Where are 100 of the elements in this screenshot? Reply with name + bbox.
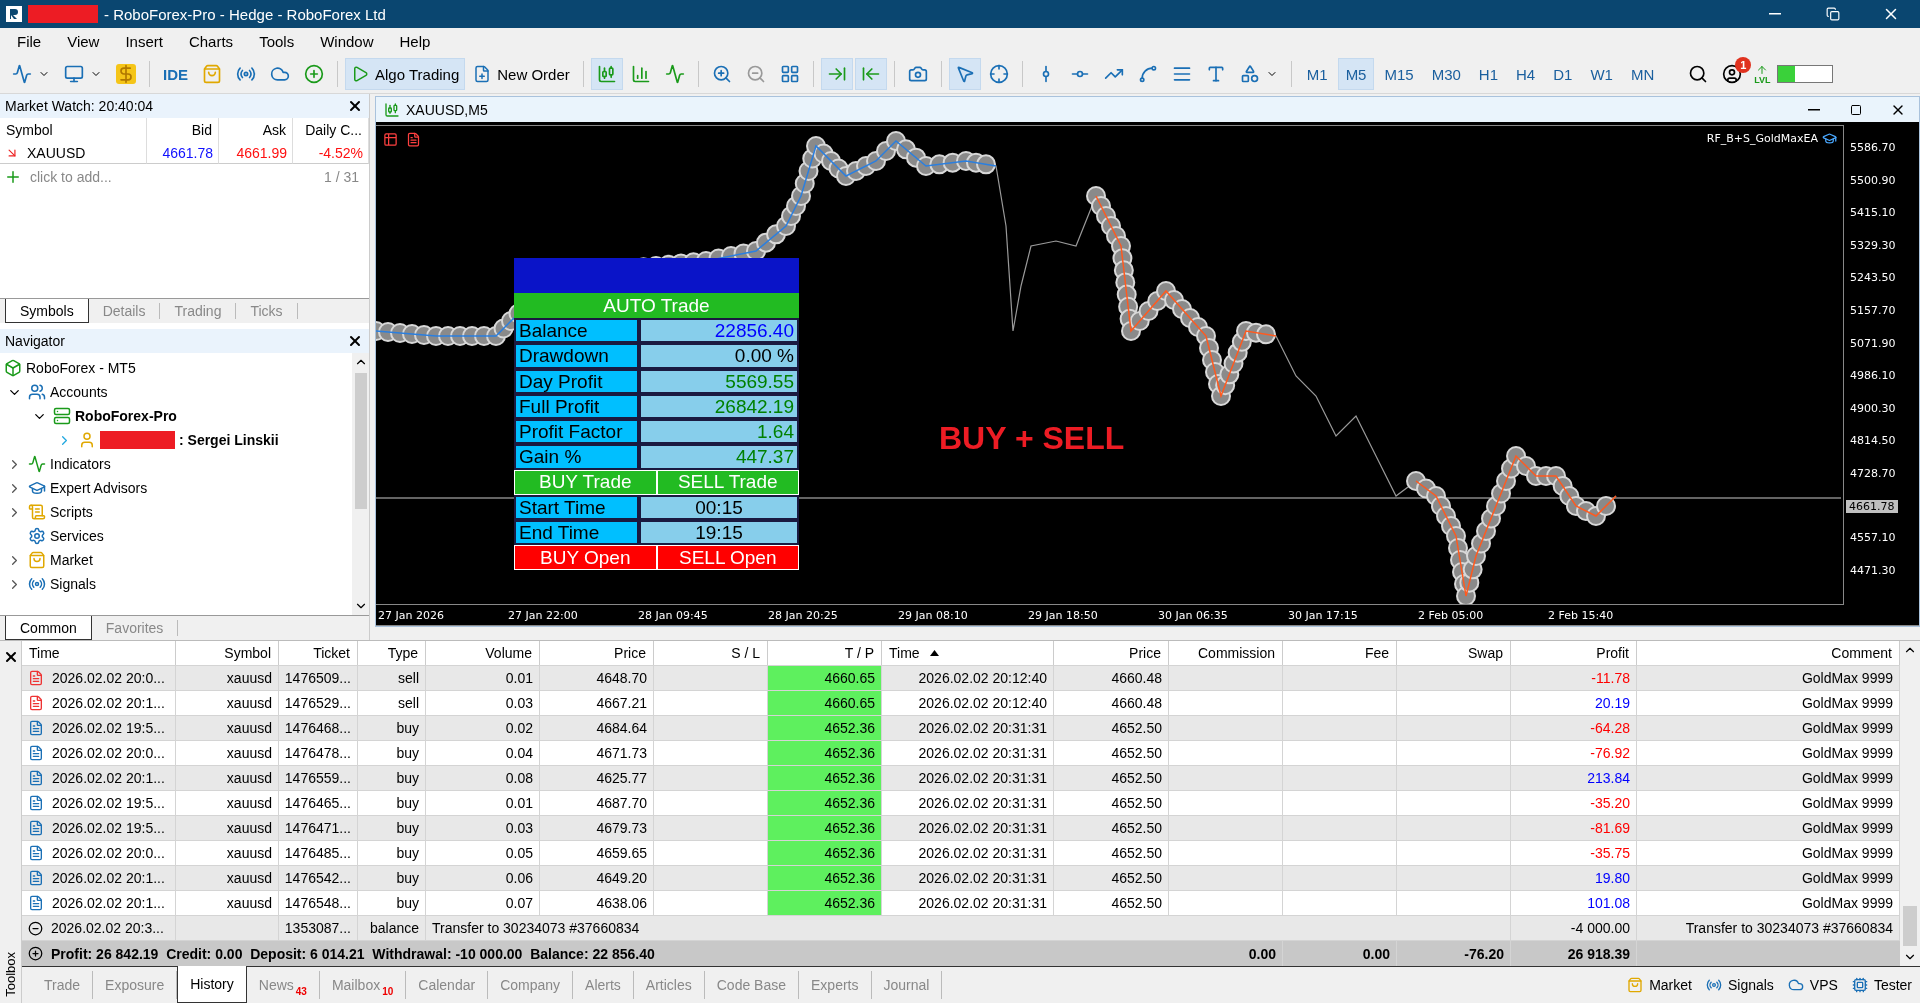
table-cell: 2026.02.02 20:0... [52,670,165,686]
time-axis-label: 27 Jan 22:00 [507,608,579,622]
toolbox-tab[interactable]: History [177,965,247,1003]
table-row[interactable]: 2026.02.02 20:1... xauusd 1476529... sell 0.03 4667.21 4660.65 2026.02.02 20:12:40 4660.48 20.19 GoldMax 9999 [22,691,1900,716]
navigator-item[interactable]: Scripts [0,500,352,524]
table-cell: 0.06 [426,866,540,890]
service-link[interactable]: Market [1627,977,1692,993]
column-header[interactable]: Swap [1397,641,1511,665]
menu-item[interactable]: Insert [112,30,176,53]
timeframe-button[interactable]: M1 [1298,58,1336,90]
table-cell: 4625.77 [540,766,654,790]
table-row[interactable]: 2026.02.02 20:0... xauusd 1476509... sell 0.01 4648.70 4660.65 2026.02.02 20:12:40 4660.48 -11.78 GoldMax 9999 [22,666,1900,691]
table-cell: -11.78 [1511,666,1637,690]
table-row[interactable]: 2026.02.02 19:5... xauusd 1476471... buy 0.03 4679.73 4652.36 2026.02.02 20:31:31 4652.50 -81.69 GoldMax 9999 [22,816,1900,841]
menu-item[interactable]: Help [386,30,444,53]
menu-item[interactable]: Window [307,30,387,53]
column-header[interactable]: Price [1054,641,1169,665]
table-cell: 1353087... [279,916,358,940]
column-header[interactable]: Price [540,641,654,665]
stat-value: 22856.40 [639,318,799,344]
navigator-item[interactable]: Services [0,524,352,548]
column-header[interactable]: T / P [768,641,882,665]
navigator-item[interactable]: Indicators [0,452,352,476]
timeframe-button[interactable]: W1 [1582,58,1621,90]
chart-window-title: XAUUSD,M5 [406,101,488,118]
navigator-item[interactable]: Market [0,548,352,572]
navigator-item[interactable]: Signals [0,572,352,596]
timeframe-button[interactable]: M5 [1337,58,1375,90]
price-label: 4471.30 [1850,563,1897,578]
menu-item[interactable]: View [54,30,113,53]
column-header[interactable]: Ticket [279,641,358,665]
column-header[interactable]: Type [358,641,426,665]
expert-advisor-name: RF_B+S_GoldMaxEA [1706,132,1818,145]
panel-tab[interactable]: Symbols [5,299,89,323]
table-cell: 4652.50 [1054,816,1169,840]
column-header[interactable]: Symbol [0,118,147,142]
table-cell: buy [358,816,426,840]
table-cell: buy [358,766,426,790]
menu-item[interactable]: Charts [175,30,247,53]
new-order-button[interactable]: New Order [467,58,576,90]
menu-item[interactable]: Tools [246,30,308,53]
column-header[interactable]: Time [882,641,1054,665]
timeframe-button[interactable]: D1 [1545,58,1581,90]
table-cell: buy [358,841,426,865]
navigator-item[interactable]: Expert Advisors [0,476,352,500]
table-row[interactable]: 2026.02.02 20:0... xauusd 1476485... buy 0.05 4659.65 4652.36 2026.02.02 20:31:31 4652.50 -35.75 GoldMax 9999 [22,841,1900,866]
table-cell: 2026.02.02 20:3... [51,920,164,936]
column-header[interactable]: Symbol [176,641,279,665]
column-header[interactable]: Volume [426,641,540,665]
summary-cell: 26 918.39 [1511,941,1637,966]
column-header[interactable]: Profit [1511,641,1637,665]
panel-tab[interactable]: Common [5,616,92,640]
column-header[interactable]: Bid [147,118,219,142]
table-row[interactable]: 2026.02.02 20:1... xauusd 1476542... buy 0.06 4649.20 4652.36 2026.02.02 20:31:31 4652.50 19.80 GoldMax 9999 [22,866,1900,891]
column-header[interactable]: Time [22,641,176,665]
column-header[interactable]: Daily C... [293,118,369,142]
column-header[interactable]: Commission [1169,641,1283,665]
table-row[interactable]: 2026.02.02 19:5... xauusd 1476465... buy 0.01 4687.70 4652.36 2026.02.02 20:31:31 4652.50 -35.20 GoldMax 9999 [22,791,1900,816]
toolbox-label: Toolbox [3,952,18,997]
account-button[interactable]: 1 [1716,58,1749,90]
table-cell: 4638.06 [540,891,654,915]
table-row[interactable]: 2026.02.02 20:1... xauusd 1476559... buy 0.08 4625.77 4652.36 2026.02.02 20:31:31 4652.50 213.84 GoldMax 9999 [22,766,1900,791]
column-header[interactable]: Fee [1283,641,1397,665]
add-symbol-hint[interactable]: click to add... [30,169,112,185]
timeframe-button[interactable]: MN [1622,58,1663,90]
service-link[interactable]: Signals [1705,977,1774,993]
service-link[interactable]: VPS [1787,977,1838,993]
column-header[interactable]: Ask [219,118,293,142]
table-cell: xauusd [176,716,279,740]
time-value: 00:15 [639,494,799,521]
table-cell: 2026.02.02 20:31:31 [882,891,1054,915]
ide-button[interactable]: IDE [157,58,194,90]
menu-item[interactable]: File [4,30,55,53]
table-row[interactable]: 2026.02.02 20:1... xauusd 1476548... buy 0.07 4638.06 4652.36 2026.02.02 20:31:31 4652.50 101.08 GoldMax 9999 [22,891,1900,916]
navigator-item[interactable]: RoboForex - MT5 [0,356,352,380]
timeframe-button[interactable]: H4 [1508,58,1544,90]
timeframe-button[interactable]: M15 [1376,58,1422,90]
table-cell: 4660.65 [768,666,882,690]
algo-trading-button[interactable]: Algo Trading [345,58,466,90]
price-label: 4557.10 [1850,531,1897,546]
table-row[interactable]: 2026.02.02 20:3... 1353087... balance Transfer to 30234073 #37660834 -4 000.00 Transfer to 30234073 #37660834 [22,916,1900,941]
navigator-label: Accounts [50,384,108,400]
navigator-item[interactable]: Accounts [0,380,352,404]
table-cell: Transfer to 30234073 #37660834 [426,916,1511,940]
table-cell: -35.20 [1511,791,1637,815]
navigator-item[interactable]: RoboForex-Pro [0,404,352,428]
open-button[interactable]: SELL Open [656,545,799,571]
table-cell: 0.02 [426,716,540,740]
open-button[interactable]: BUY Open [514,545,657,571]
symbol-name[interactable]: XAUUSD [27,144,86,161]
column-header[interactable]: S / L [654,641,768,665]
navigator-item[interactable]: : Sergei Linskii [0,428,352,452]
timeframe-button[interactable]: H1 [1470,58,1507,90]
table-cell: 0.03 [426,691,540,715]
navigator-label: Signals [50,576,96,592]
stat-value: 0.00 % [639,343,799,369]
table-row[interactable]: 2026.02.02 19:5... xauusd 1476468... buy 0.02 4684.64 4652.36 2026.02.02 20:31:31 4652.50 -64.28 GoldMax 9999 [22,716,1900,741]
service-link[interactable]: Tester [1851,977,1912,993]
table-row[interactable]: 2026.02.02 20:0... xauusd 1476478... buy 0.04 4671.73 4652.36 2026.02.02 20:31:31 4652.50 -76.92 GoldMax 9999 [22,741,1900,766]
timeframe-button[interactable]: M30 [1423,58,1469,90]
